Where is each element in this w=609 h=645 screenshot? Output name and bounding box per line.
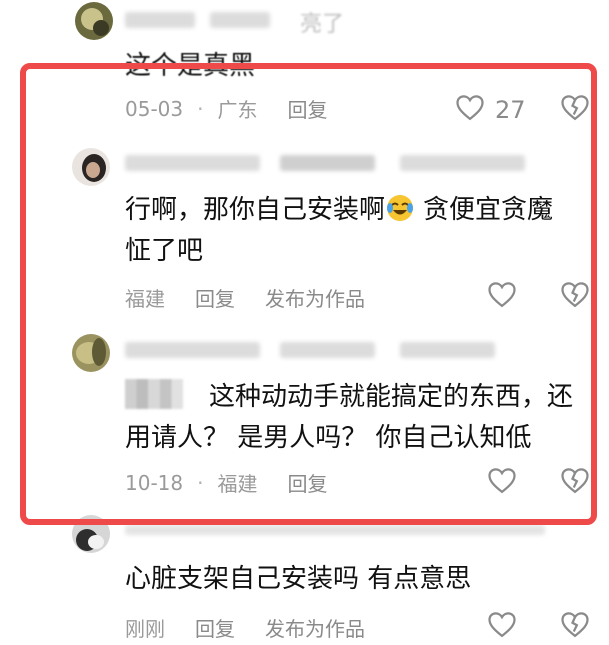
avatar[interactable] [72,334,110,372]
avatar[interactable] [72,515,110,553]
comment-location: 福建 [217,472,258,496]
username-blurred [125,12,195,28]
publish-as-work-button[interactable]: 发布为作品 [265,613,365,642]
username-blurred [210,12,270,28]
comment-text-line1: 这种动动手就能搞定的东西，还 [125,376,573,418]
heart-outline-icon [455,93,485,127]
comment-text: 心脏支架自己安装吗 有点意思 [125,564,472,594]
reply-button[interactable]: 回复 [287,94,327,123]
comment-meta: 05-03 · 广东 回复 [125,94,327,123]
separator-dot: · [197,96,204,121]
username-blurred [280,342,375,358]
comment-text-part: 这种动动手就能搞定的东西，还 [209,382,574,412]
broken-heart-icon [560,468,590,498]
broken-heart-icon [560,282,590,312]
comment-meta: 刚刚 回复 发布为作品 [125,613,365,642]
dislike-button[interactable] [560,466,590,498]
username-blurred [400,342,495,358]
avatar[interactable] [75,2,113,40]
comment-text-part: 行啊，那你自己安装啊 [125,195,386,225]
dislike-button[interactable] [560,280,590,312]
comment-text-line2: 怔了吧 [125,236,204,266]
pixelated-mask [125,379,183,409]
heart-outline-icon [487,466,517,500]
comment-text: 这个是真黑 [125,51,256,81]
like-button[interactable] [487,610,517,644]
like-button[interactable] [487,280,517,314]
broken-heart-icon [560,612,590,642]
username-blurred [125,342,260,358]
comment-meta: 福建 回复 发布为作品 [125,283,365,312]
username-blurred [400,155,525,171]
dislike-button[interactable] [560,93,590,125]
reply-button[interactable]: 回复 [287,468,327,497]
username-blurred [125,155,260,171]
avatar[interactable] [72,148,110,186]
reply-button[interactable]: 回复 [195,613,235,642]
publish-as-work-button[interactable]: 发布为作品 [265,283,365,312]
username-blurred [280,155,375,171]
broken-heart-icon [560,95,590,125]
comment-meta: 10-18 · 福建 回复 [125,468,327,497]
username-fragment: 亮了 [300,12,345,37]
comment-text-line1: 行啊，那你自己安装啊 贪便宜贪魔 [125,189,553,231]
comment-date: 05-03 [125,96,184,121]
like-count: 27 [495,96,526,124]
heart-outline-icon [487,610,517,644]
comment-text-line2: 用请人？ 是男人吗？ 你自己认知低 [125,423,532,453]
username-blurred [125,525,545,535]
separator-dot: · [197,470,204,495]
heart-outline-icon [487,280,517,314]
like-button[interactable]: 27 [455,93,526,127]
comment-location: 福建 [125,287,165,311]
comment-date: 10-18 [125,470,184,495]
laughing-crying-emoji-icon [385,193,415,223]
like-button[interactable] [487,466,517,500]
dislike-button[interactable] [560,610,590,642]
comment-location: 广东 [217,98,258,122]
comment-text-part: 贪便宜贪魔 [423,195,554,225]
comment-time: 刚刚 [125,617,165,641]
reply-button[interactable]: 回复 [195,283,235,312]
